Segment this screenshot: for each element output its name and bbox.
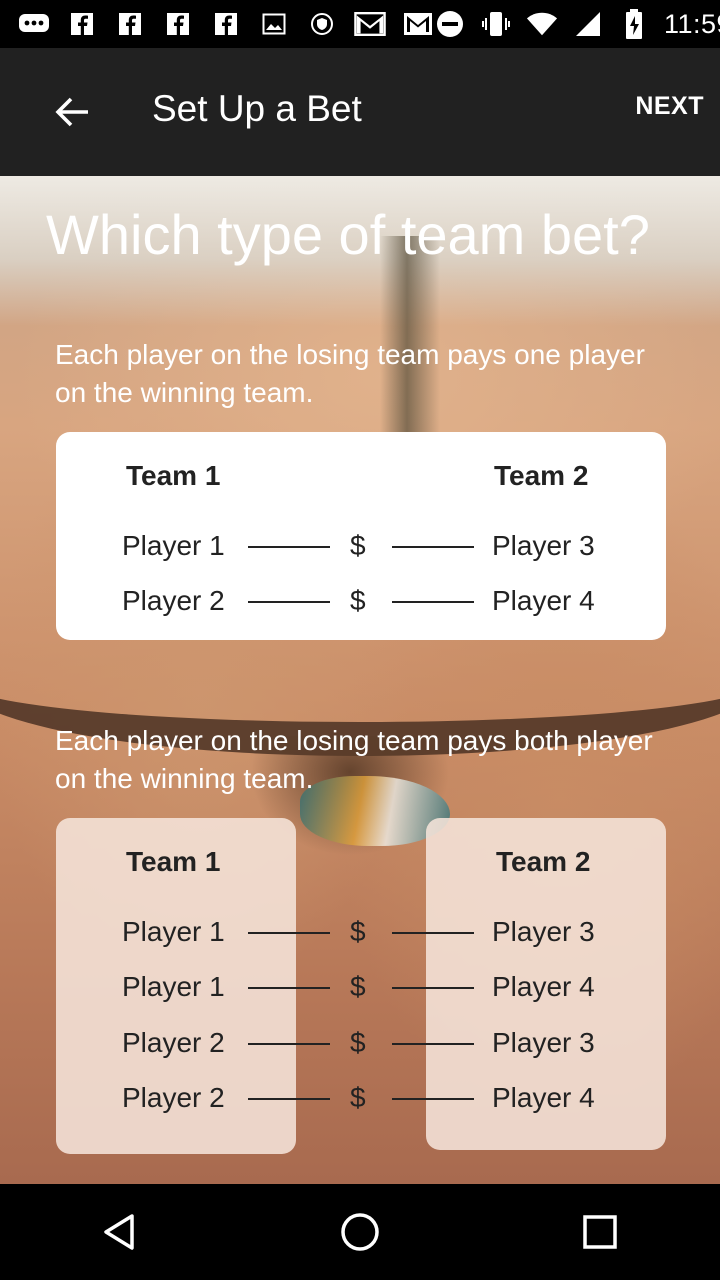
connector-line: [392, 1043, 474, 1045]
home-circle-icon: [341, 1213, 379, 1251]
payer-label: Player 1: [122, 530, 225, 561]
back-button[interactable]: [40, 82, 104, 142]
payment-row: Player 2 $ Player 4: [56, 1082, 666, 1116]
payee-label: Player 4: [492, 1082, 595, 1113]
vibrate-icon: [480, 11, 512, 37]
payment-row: Player 2 $ Player 4: [56, 585, 666, 619]
payee-label: Player 3: [492, 530, 595, 561]
payment-row: Player 1 $ Player 3: [56, 916, 666, 950]
connector-line: [392, 546, 474, 548]
payee-label: Player 3: [492, 916, 595, 947]
team-1-label: Team 1: [126, 846, 221, 877]
content-area: Which type of team bet? Each player on t…: [0, 176, 720, 1184]
signal-icon: [572, 11, 604, 37]
dollar-symbol: $: [350, 971, 366, 1002]
system-nav-bar: [0, 1184, 720, 1280]
payee-label: Player 4: [492, 971, 595, 1002]
connector-line: [248, 546, 330, 548]
payer-label: Player 1: [122, 916, 225, 947]
option-1-description[interactable]: Each player on the losing team pays one …: [55, 336, 665, 412]
chat-icon: [18, 11, 50, 37]
team-1-label: Team 1: [126, 460, 221, 491]
facebook-icon: [114, 11, 146, 37]
connector-line: [248, 932, 330, 934]
option-1-card[interactable]: Team 1 Team 2 Player 1 $ Player 3 Player…: [56, 432, 666, 640]
connector-line: [248, 601, 330, 603]
do-not-disturb-icon: [434, 11, 466, 37]
connector-line: [248, 987, 330, 989]
option-2-description[interactable]: Each player on the losing team pays both…: [55, 722, 665, 798]
option-2-card[interactable]: Team 1 Team 2 Player 1 $ Player 3 Player…: [56, 818, 666, 1156]
arrow-left-icon: [55, 97, 88, 127]
nav-home-button[interactable]: [312, 1184, 408, 1280]
dollar-symbol: $: [350, 530, 366, 561]
nav-recents-button[interactable]: [552, 1184, 648, 1280]
back-triangle-icon: [104, 1214, 134, 1250]
battery-charging-icon: [618, 9, 650, 39]
option-1-diagram: Team 1 Team 2 Player 1 $ Player 3 Player…: [56, 432, 666, 640]
connector-line: [392, 987, 474, 989]
status-bar: 11:59: [0, 0, 720, 48]
next-button[interactable]: NEXT: [635, 92, 704, 121]
question-heading: Which type of team bet?: [46, 203, 650, 266]
facebook-icon: [162, 11, 194, 37]
connector-line: [392, 601, 474, 603]
payment-row: Player 1 $ Player 3: [56, 530, 666, 564]
payer-label: Player 2: [122, 1027, 225, 1058]
connector-line: [392, 932, 474, 934]
gmail-icon: [402, 11, 434, 37]
dollar-symbol: $: [350, 916, 366, 947]
dollar-symbol: $: [350, 585, 366, 616]
team-2-label: Team 2: [494, 460, 589, 491]
dollar-symbol: $: [350, 1027, 366, 1058]
dollar-symbol: $: [350, 1082, 366, 1113]
image-icon: [258, 11, 290, 37]
clock-time: 11:59: [664, 8, 720, 39]
gmail-icon: [354, 11, 386, 37]
payer-label: Player 1: [122, 971, 225, 1002]
app-bar: Set Up a Bet NEXT: [0, 48, 720, 176]
connector-line: [392, 1098, 474, 1100]
connector-line: [248, 1043, 330, 1045]
facebook-icon: [210, 11, 242, 37]
page-title: Set Up a Bet: [152, 88, 362, 129]
team-2-label: Team 2: [496, 846, 591, 877]
option-2-diagram: Team 1 Team 2 Player 1 $ Player 3 Player…: [56, 818, 666, 1156]
recents-square-icon: [583, 1215, 617, 1249]
payment-row: Player 1 $ Player 4: [56, 971, 666, 1005]
payer-label: Player 2: [122, 585, 225, 616]
payee-label: Player 3: [492, 1027, 595, 1058]
shield-icon: [306, 11, 338, 37]
wifi-icon: [526, 11, 558, 37]
payer-label: Player 2: [122, 1082, 225, 1113]
nav-back-button[interactable]: [72, 1184, 168, 1280]
connector-line: [248, 1098, 330, 1100]
payee-label: Player 4: [492, 585, 595, 616]
payment-row: Player 2 $ Player 3: [56, 1027, 666, 1061]
facebook-icon: [66, 11, 98, 37]
